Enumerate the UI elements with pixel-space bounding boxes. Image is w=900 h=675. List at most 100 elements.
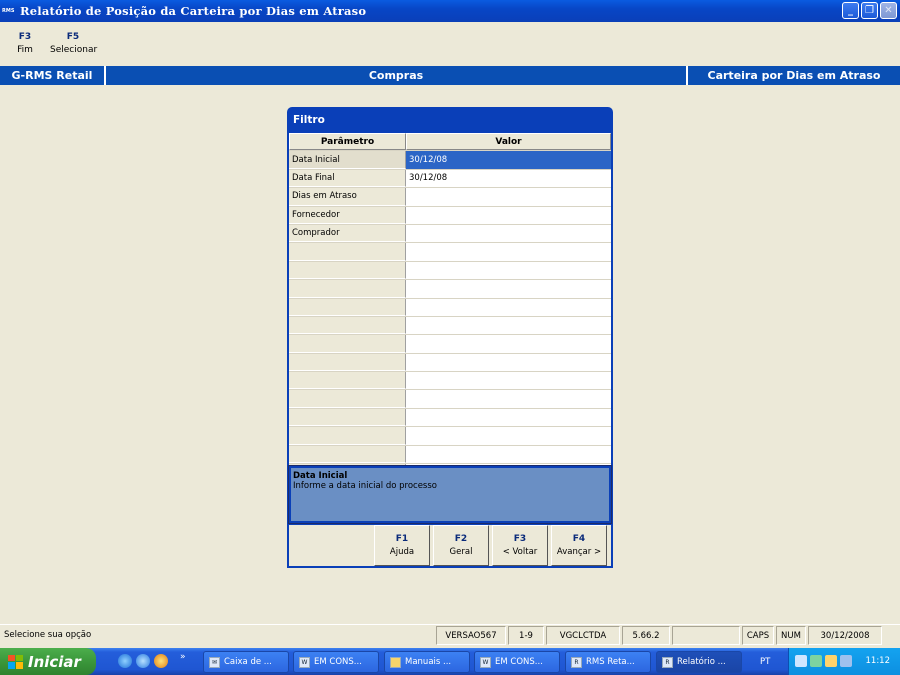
network-icon[interactable] (795, 655, 807, 667)
window-title: Relatório de Posição da Carteira por Dia… (20, 4, 367, 18)
browser-icon[interactable] (136, 654, 150, 668)
value-cell (406, 409, 611, 426)
voltar-button[interactable]: F3 < Voltar (492, 525, 548, 566)
status-date: 30/12/2008 (808, 626, 882, 645)
status-caps: CAPS (742, 626, 774, 645)
param-cell (289, 261, 406, 280)
folder-icon (390, 656, 401, 668)
minimize-button[interactable]: _ (842, 2, 859, 19)
param-cell (289, 335, 406, 353)
app-logo-icon: RMS (2, 8, 15, 14)
empty-row (289, 427, 611, 446)
value-cell (406, 280, 611, 297)
quicklaunch-more-icon[interactable]: » (180, 652, 186, 662)
value-cell (406, 243, 611, 260)
toolbar-label: Selecionar (50, 45, 98, 55)
status-num: NUM (776, 626, 806, 645)
value-cell (406, 427, 611, 444)
button-key: F4 (572, 534, 586, 544)
param-cell: Comprador (289, 224, 406, 243)
value-cell (406, 446, 611, 463)
status-range: 1-9 (508, 626, 544, 645)
param-cell (289, 427, 406, 445)
button-label: Geral (449, 547, 473, 557)
table-row[interactable]: Fornecedor (289, 206, 611, 225)
value-cell (406, 262, 611, 279)
status-empty (672, 626, 740, 645)
column-header-valor: Valor (406, 133, 611, 151)
close-button[interactable]: ✕ (880, 2, 897, 19)
empty-row (289, 261, 611, 281)
value-cell[interactable]: 30/12/08 (406, 151, 611, 169)
status-build: 5.66.2 (622, 626, 670, 645)
status-version: VERSAO567 (436, 626, 506, 645)
windows-logo-icon (8, 654, 23, 669)
param-cell (289, 390, 406, 408)
header-module: Compras (106, 66, 688, 85)
toolbar-selecionar-button[interactable]: F5 Selecionar (50, 26, 98, 62)
empty-row (289, 335, 611, 354)
window-titlebar[interactable]: RMS Relatório de Posição da Carteira por… (0, 0, 900, 22)
taskbar-item-em-cons-1[interactable]: W EM CONS... (293, 651, 379, 673)
empty-row (289, 372, 611, 391)
toolbar-key: F5 (66, 32, 80, 42)
empty-row (289, 280, 611, 299)
button-key: F1 (395, 534, 409, 544)
param-cell (289, 243, 406, 261)
dialog-button-bar: F1 Ajuda F2 Geral F3 < Voltar F4 Avançar… (289, 525, 611, 566)
start-button[interactable]: Iniciar (0, 648, 96, 675)
value-cell (406, 354, 611, 371)
geral-button[interactable]: F2 Geral (433, 525, 489, 566)
param-cell: Data Final (289, 169, 406, 188)
taskbar-item-label: EM CONS... (495, 657, 543, 667)
param-cell: Fornecedor (289, 206, 406, 224)
function-key-toolbar: F3 Fim F5 Selecionar (0, 26, 98, 62)
security-icon[interactable] (840, 655, 852, 667)
restore-button[interactable]: ❐ (861, 2, 878, 19)
avancar-button[interactable]: F4 Avançar > (551, 525, 607, 566)
help-title: Data Inicial (293, 471, 348, 481)
button-key: F2 (454, 534, 468, 544)
value-cell[interactable] (406, 225, 611, 242)
taskbar: Iniciar » ✉ Caixa de ... W EM CONS... Manu… (0, 648, 900, 675)
param-cell: Data Inicial (289, 151, 406, 169)
status-message: Selecione sua opção (4, 630, 92, 640)
taskbar-item-label: EM CONS... (314, 657, 362, 667)
language-indicator[interactable]: PT (760, 652, 770, 667)
empty-row (289, 445, 611, 465)
filter-dialog: Filtro Parâmetro Valor Data Inicial 30/1… (287, 107, 613, 568)
empty-row (289, 353, 611, 373)
value-cell (406, 317, 611, 334)
param-cell (289, 353, 406, 372)
param-cell (289, 372, 406, 390)
clock[interactable]: 11:12 (866, 656, 891, 666)
taskbar-item-relatorio[interactable]: R Relatório ... (656, 651, 742, 673)
media-icon[interactable] (154, 654, 168, 668)
toolbar-fim-button[interactable]: F3 Fim (0, 26, 50, 62)
rms-tray-icon[interactable] (825, 655, 837, 667)
taskbar-item-caixa[interactable]: ✉ Caixa de ... (203, 651, 289, 673)
taskbar-item-em-cons-2[interactable]: W EM CONS... (474, 651, 560, 673)
empty-row (289, 298, 611, 317)
taskbar-item-rms-retail[interactable]: R RMS Reta... (565, 651, 651, 673)
taskbar-item-label: RMS Reta... (586, 657, 635, 667)
empty-row (289, 390, 611, 409)
table-row[interactable]: Data Inicial 30/12/08 (289, 151, 611, 170)
ie-icon[interactable] (118, 654, 132, 668)
filter-title: Filtro (293, 114, 325, 126)
param-cell: Dias em Atraso (289, 188, 406, 206)
help-box: Data Inicial Informe a data inicial do p… (288, 465, 612, 524)
volume-icon[interactable] (810, 655, 822, 667)
value-cell[interactable] (406, 188, 611, 205)
value-cell[interactable]: 30/12/08 (406, 170, 611, 187)
table-row[interactable]: Data Final 30/12/08 (289, 169, 611, 189)
table-row[interactable]: Comprador (289, 224, 611, 244)
table-row[interactable]: Dias em Atraso (289, 188, 611, 207)
value-cell[interactable] (406, 207, 611, 224)
param-cell (289, 445, 406, 464)
ajuda-button[interactable]: F1 Ajuda (374, 525, 430, 566)
word-icon: W (299, 656, 310, 668)
taskbar-item-manuais[interactable]: Manuais ... (384, 651, 470, 673)
status-bar: Selecione sua opção VERSAO567 1-9 VGCLCT… (0, 624, 900, 645)
status-user: VGCLCTDA (546, 626, 620, 645)
